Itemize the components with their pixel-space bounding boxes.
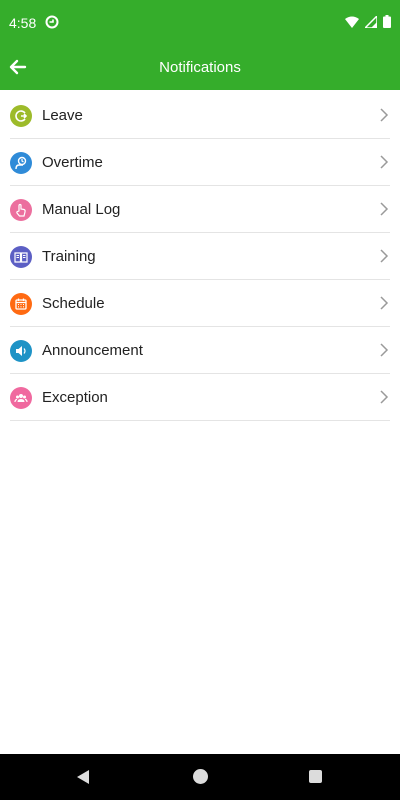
system-nav-bar: [0, 754, 400, 800]
chevron-right-icon: [380, 202, 389, 216]
chevron-right-icon: [380, 296, 389, 310]
page-title: Notifications: [159, 59, 241, 76]
signal-icon: [365, 15, 377, 28]
list-item-schedule[interactable]: Schedule: [10, 280, 390, 327]
list-item-label: Training: [42, 248, 96, 265]
nav-back-icon[interactable]: [75, 769, 91, 785]
chevron-right-icon: [380, 249, 389, 263]
list-item-label: Announcement: [42, 342, 143, 359]
chevron-right-icon: [380, 390, 389, 404]
nav-home-icon[interactable]: [193, 769, 208, 784]
status-time: 4:58: [9, 15, 37, 31]
list-item-label: Exception: [42, 389, 108, 406]
list-item-label: Overtime: [42, 154, 103, 171]
list-item-label: Leave: [42, 107, 83, 124]
list-item-exception[interactable]: Exception: [10, 374, 390, 421]
chevron-right-icon: [380, 108, 389, 122]
battery-icon: [383, 15, 391, 28]
list-item-manual-log[interactable]: Manual Log: [10, 186, 390, 233]
status-icons: [345, 15, 391, 28]
list-item-leave[interactable]: Leave: [10, 92, 390, 139]
overtime-icon: [10, 152, 32, 174]
list-item-label: Manual Log: [42, 201, 121, 218]
leave-icon: [10, 105, 32, 127]
list-item-training[interactable]: Training: [10, 233, 390, 280]
app-notification-icon: [45, 15, 59, 29]
nav-recents-icon[interactable]: [309, 770, 322, 783]
hand-touch-icon: [10, 199, 32, 221]
calendar-icon: [10, 293, 32, 315]
chevron-right-icon: [380, 343, 389, 357]
chevron-right-icon: [380, 155, 389, 169]
wifi-icon: [345, 16, 359, 28]
list-item-announcement[interactable]: Announcement: [10, 327, 390, 374]
list-item-label: Schedule: [42, 295, 105, 312]
status-bar: 4:58: [0, 0, 400, 46]
speaker-icon: [10, 340, 32, 362]
people-icon: [10, 387, 32, 409]
list-item-overtime[interactable]: Overtime: [10, 139, 390, 186]
app-bar: Notifications: [0, 46, 400, 90]
book-icon: [10, 246, 32, 268]
notification-list: Leave Overtime Manual Log Training Sched…: [0, 92, 400, 421]
